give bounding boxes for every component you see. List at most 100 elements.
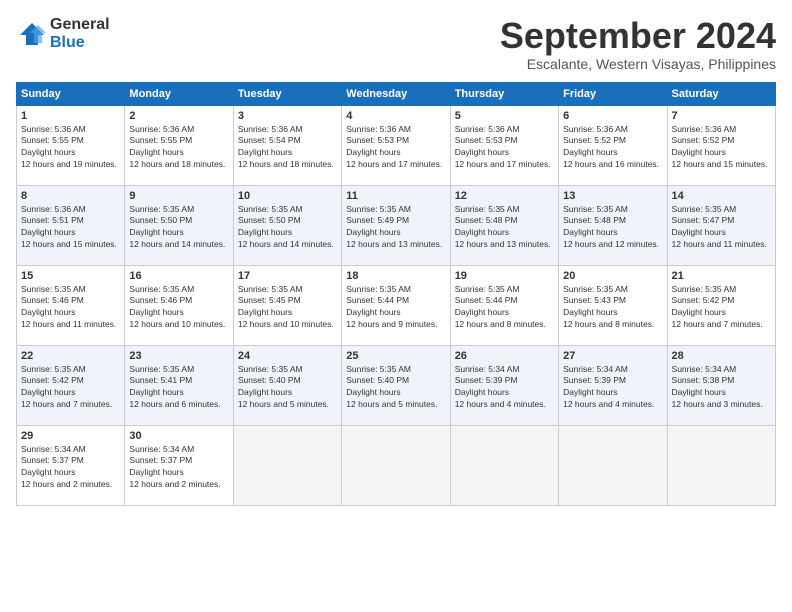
day-number: 18 xyxy=(346,270,445,282)
calendar-day-cell: 19 Sunrise: 5:35 AMSunset: 5:44 PMDayligh… xyxy=(450,265,558,345)
calendar-week-row: 22 Sunrise: 5:35 AMSunset: 5:42 PMDayligh… xyxy=(17,345,776,425)
day-info: Sunrise: 5:34 AMSunset: 5:37 PMDaylight … xyxy=(129,444,228,492)
calendar-day-cell: 25 Sunrise: 5:35 AMSunset: 5:40 PMDayligh… xyxy=(342,345,450,425)
day-number: 24 xyxy=(238,350,337,362)
calendar-day-cell: 14 Sunrise: 5:35 AMSunset: 5:47 PMDayligh… xyxy=(667,185,775,265)
day-number: 29 xyxy=(21,430,120,442)
page-header: General Blue September 2024 Escalante, W… xyxy=(16,16,776,72)
day-info: Sunrise: 5:35 AMSunset: 5:44 PMDaylight … xyxy=(455,284,554,332)
logo: General Blue xyxy=(16,16,110,52)
calendar-header-wednesday: Wednesday xyxy=(342,82,450,105)
day-info: Sunrise: 5:35 AMSunset: 5:48 PMDaylight … xyxy=(455,204,554,252)
calendar-day-cell: 30Sunrise: 5:34 AMSunset: 5:37 PMDayligh… xyxy=(125,425,233,505)
day-number: 3 xyxy=(238,110,337,122)
calendar-day-cell: 24 Sunrise: 5:35 AMSunset: 5:40 PMDayligh… xyxy=(233,345,341,425)
day-number: 21 xyxy=(672,270,771,282)
calendar-day-cell: 2 Sunrise: 5:36 AMSunset: 5:55 PMDaylight… xyxy=(125,105,233,185)
day-number: 16 xyxy=(129,270,228,282)
calendar-day-cell xyxy=(559,425,667,505)
calendar-day-cell: 1 Sunrise: 5:36 AMSunset: 5:55 PMDaylight… xyxy=(17,105,125,185)
calendar-header-thursday: Thursday xyxy=(450,82,558,105)
day-info: Sunrise: 5:35 AMSunset: 5:40 PMDaylight … xyxy=(238,364,337,412)
day-info: Sunrise: 5:34 AMSunset: 5:37 PMDaylight … xyxy=(21,444,120,492)
calendar-day-cell xyxy=(450,425,558,505)
calendar-day-cell: 16 Sunrise: 5:35 AMSunset: 5:46 PMDayligh… xyxy=(125,265,233,345)
calendar-day-cell: 10 Sunrise: 5:35 AMSunset: 5:50 PMDayligh… xyxy=(233,185,341,265)
day-number: 13 xyxy=(563,190,662,202)
logo-blue: Blue xyxy=(50,34,110,52)
day-number: 23 xyxy=(129,350,228,362)
day-info: Sunrise: 5:36 AMSunset: 5:53 PMDaylight … xyxy=(346,124,445,172)
title-block: September 2024 Escalante, Western Visaya… xyxy=(500,16,776,72)
day-info: Sunrise: 5:34 AMSunset: 5:38 PMDaylight … xyxy=(672,364,771,412)
calendar-day-cell: 3 Sunrise: 5:36 AMSunset: 5:54 PMDaylight… xyxy=(233,105,341,185)
day-info: Sunrise: 5:36 AMSunset: 5:54 PMDaylight … xyxy=(238,124,337,172)
calendar-day-cell xyxy=(342,425,450,505)
day-number: 11 xyxy=(346,190,445,202)
day-info: Sunrise: 5:35 AMSunset: 5:47 PMDaylight … xyxy=(672,204,771,252)
calendar-week-row: 29 Sunrise: 5:34 AMSunset: 5:37 PMDayligh… xyxy=(17,425,776,505)
calendar-day-cell: 6Sunrise: 5:36 AMSunset: 5:52 PMDaylight… xyxy=(559,105,667,185)
day-info: Sunrise: 5:35 AMSunset: 5:43 PMDaylight … xyxy=(563,284,662,332)
calendar-day-cell xyxy=(233,425,341,505)
day-info: Sunrise: 5:36 AMSunset: 5:53 PMDaylight … xyxy=(455,124,554,172)
day-number: 19 xyxy=(455,270,554,282)
calendar-day-cell: 29 Sunrise: 5:34 AMSunset: 5:37 PMDayligh… xyxy=(17,425,125,505)
day-number: 15 xyxy=(21,270,120,282)
day-number: 5 xyxy=(455,110,554,122)
calendar-day-cell: 15 Sunrise: 5:35 AMSunset: 5:46 PMDayligh… xyxy=(17,265,125,345)
day-info: Sunrise: 5:35 AMSunset: 5:42 PMDaylight … xyxy=(672,284,771,332)
calendar-day-cell: 8Sunrise: 5:36 AMSunset: 5:51 PMDaylight… xyxy=(17,185,125,265)
logo-general: General xyxy=(50,16,110,34)
day-number: 7 xyxy=(672,110,771,122)
day-info: Sunrise: 5:35 AMSunset: 5:44 PMDaylight … xyxy=(346,284,445,332)
day-info: Sunrise: 5:35 AMSunset: 5:50 PMDaylight … xyxy=(238,204,337,252)
calendar-day-cell xyxy=(667,425,775,505)
calendar-week-row: 15 Sunrise: 5:35 AMSunset: 5:46 PMDayligh… xyxy=(17,265,776,345)
day-info: Sunrise: 5:35 AMSunset: 5:48 PMDaylight … xyxy=(563,204,662,252)
day-info: Sunrise: 5:36 AMSunset: 5:55 PMDaylight … xyxy=(21,124,120,172)
day-number: 12 xyxy=(455,190,554,202)
calendar-header-friday: Friday xyxy=(559,82,667,105)
calendar-day-cell: 4 Sunrise: 5:36 AMSunset: 5:53 PMDaylight… xyxy=(342,105,450,185)
calendar-day-cell: 12 Sunrise: 5:35 AMSunset: 5:48 PMDayligh… xyxy=(450,185,558,265)
day-info: Sunrise: 5:35 AMSunset: 5:40 PMDaylight … xyxy=(346,364,445,412)
day-number: 4 xyxy=(346,110,445,122)
day-info: Sunrise: 5:36 AMSunset: 5:55 PMDaylight … xyxy=(129,124,228,172)
calendar-table: SundayMondayTuesdayWednesdayThursdayFrid… xyxy=(16,82,776,506)
day-number: 8 xyxy=(21,190,120,202)
calendar-header-monday: Monday xyxy=(125,82,233,105)
calendar-day-cell: 28Sunrise: 5:34 AMSunset: 5:38 PMDayligh… xyxy=(667,345,775,425)
day-number: 17 xyxy=(238,270,337,282)
calendar-day-cell: 18 Sunrise: 5:35 AMSunset: 5:44 PMDayligh… xyxy=(342,265,450,345)
day-number: 2 xyxy=(129,110,228,122)
day-number: 1 xyxy=(21,110,120,122)
calendar-day-cell: 27 Sunrise: 5:34 AMSunset: 5:39 PMDayligh… xyxy=(559,345,667,425)
calendar-header-saturday: Saturday xyxy=(667,82,775,105)
day-info: Sunrise: 5:36 AMSunset: 5:52 PMDaylight … xyxy=(563,124,662,172)
calendar-day-cell: 17Sunrise: 5:35 AMSunset: 5:45 PMDayligh… xyxy=(233,265,341,345)
calendar-week-row: 8Sunrise: 5:36 AMSunset: 5:51 PMDaylight… xyxy=(17,185,776,265)
calendar-day-cell: 9Sunrise: 5:35 AMSunset: 5:50 PMDaylight… xyxy=(125,185,233,265)
month-title: September 2024 xyxy=(500,16,776,56)
day-info: Sunrise: 5:35 AMSunset: 5:46 PMDaylight … xyxy=(21,284,120,332)
day-number: 22 xyxy=(21,350,120,362)
location-title: Escalante, Western Visayas, Philippines xyxy=(500,56,776,72)
calendar-day-cell: 20Sunrise: 5:35 AMSunset: 5:43 PMDayligh… xyxy=(559,265,667,345)
day-info: Sunrise: 5:35 AMSunset: 5:46 PMDaylight … xyxy=(129,284,228,332)
day-info: Sunrise: 5:36 AMSunset: 5:52 PMDaylight … xyxy=(672,124,771,172)
day-number: 25 xyxy=(346,350,445,362)
calendar-day-cell: 21 Sunrise: 5:35 AMSunset: 5:42 PMDayligh… xyxy=(667,265,775,345)
day-info: Sunrise: 5:34 AMSunset: 5:39 PMDaylight … xyxy=(563,364,662,412)
calendar-header-tuesday: Tuesday xyxy=(233,82,341,105)
day-number: 26 xyxy=(455,350,554,362)
day-info: Sunrise: 5:34 AMSunset: 5:39 PMDaylight … xyxy=(455,364,554,412)
calendar-header-row: SundayMondayTuesdayWednesdayThursdayFrid… xyxy=(17,82,776,105)
calendar-day-cell: 11Sunrise: 5:35 AMSunset: 5:49 PMDayligh… xyxy=(342,185,450,265)
day-number: 10 xyxy=(238,190,337,202)
day-number: 27 xyxy=(563,350,662,362)
calendar-week-row: 1 Sunrise: 5:36 AMSunset: 5:55 PMDaylight… xyxy=(17,105,776,185)
day-number: 14 xyxy=(672,190,771,202)
calendar-day-cell: 5 Sunrise: 5:36 AMSunset: 5:53 PMDaylight… xyxy=(450,105,558,185)
day-info: Sunrise: 5:35 AMSunset: 5:42 PMDaylight … xyxy=(21,364,120,412)
